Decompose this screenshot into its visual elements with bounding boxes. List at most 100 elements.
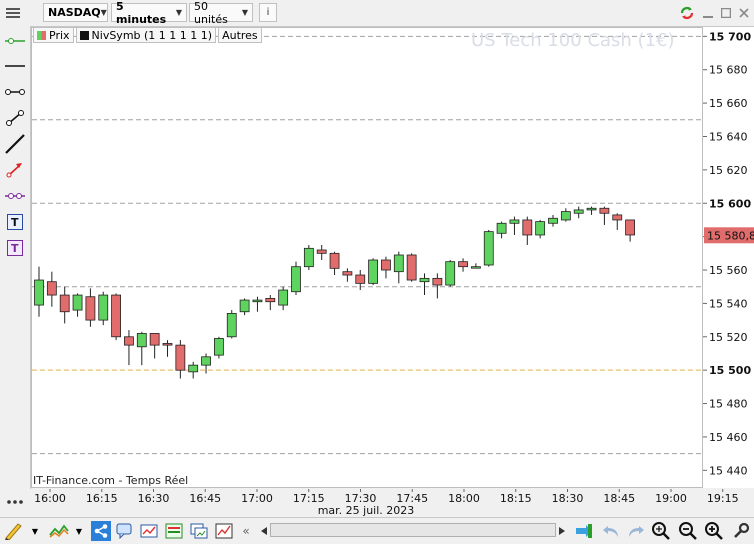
candle-body — [136, 333, 147, 348]
candle-body — [59, 294, 70, 313]
candle-body — [265, 297, 276, 303]
svg-text:T: T — [11, 242, 19, 255]
multi-chart-icon — [190, 523, 208, 539]
watchlist-button[interactable] — [164, 521, 184, 541]
candle-body — [406, 254, 417, 281]
candle — [432, 273, 443, 299]
indicators-button[interactable] — [139, 521, 159, 541]
drawing-mode-dropdown[interactable]: ▼ — [29, 521, 41, 541]
arrow-tool[interactable] — [3, 159, 27, 181]
candle-body — [445, 261, 456, 286]
chart-legend: Prix NivSymb (1 1 1 1 1 1) Autres — [33, 27, 264, 43]
horizontal-scrollbar[interactable] — [270, 523, 556, 537]
timeframe-select[interactable]: 5 minutes ▼ — [111, 0, 187, 26]
ray-icon — [5, 134, 25, 154]
bottom-toolbar: ▼ ▼ « — [0, 517, 754, 544]
chevron-down-icon: ▼ — [100, 8, 107, 17]
segment-tool[interactable] — [3, 81, 27, 103]
redo-button[interactable] — [626, 521, 646, 541]
candle-body — [34, 279, 44, 306]
channel-tool[interactable] — [3, 185, 27, 207]
share-button[interactable] — [91, 521, 111, 541]
multi-chart-button[interactable] — [189, 521, 209, 541]
y-tick-label: 15 700 — [709, 30, 751, 43]
zoom-in-icon — [705, 522, 723, 540]
candle — [625, 219, 635, 242]
candle-body — [111, 294, 121, 338]
trendline-tool[interactable] — [3, 107, 27, 129]
candle-body — [175, 344, 186, 371]
symbol-select[interactable]: NASDAQ ▼ — [43, 3, 108, 22]
zoom-in-button[interactable] — [704, 521, 724, 541]
legend-indicator-label: NivSymb (1 1 1 1 1 1) — [91, 28, 213, 42]
chart-type-dropdown[interactable]: ▼ — [73, 521, 85, 541]
go-to-last-button[interactable] — [574, 521, 594, 541]
chevron-down-icon: ▼ — [241, 8, 248, 17]
legend-price[interactable]: Prix — [33, 27, 74, 43]
candle-body — [496, 222, 507, 234]
candle-body — [573, 209, 584, 214]
candle — [612, 213, 623, 230]
line-tool[interactable] — [3, 55, 27, 77]
candle-body — [509, 219, 520, 224]
candle — [342, 268, 353, 282]
redo-icon — [629, 526, 644, 537]
menu-icon-button[interactable] — [1, 3, 25, 22]
units-select[interactable]: 50 unités ▼ — [189, 0, 253, 26]
hamburger-menu-icon — [6, 7, 20, 18]
text-box-tool[interactable]: T — [3, 237, 27, 259]
drawing-mode-button[interactable] — [4, 521, 24, 541]
segment-icon — [5, 89, 25, 95]
chart-area[interactable] — [31, 27, 703, 488]
info-button[interactable]: i — [259, 3, 277, 22]
candle — [98, 291, 109, 326]
more-tools-button[interactable] — [3, 491, 27, 513]
time-axis[interactable]: 16:00 16:15 16:30 16:45 17:00 17:15 17:30 17:45… — [31, 489, 754, 517]
horizontal-line-tool[interactable] — [3, 30, 27, 52]
candle — [586, 206, 597, 215]
zoom-fit-button[interactable] — [651, 521, 671, 541]
candle — [573, 206, 584, 219]
settings-button[interactable] — [731, 521, 751, 541]
svg-text:T: T — [11, 216, 19, 229]
comment-button[interactable] — [115, 521, 135, 541]
close-button[interactable] — [736, 3, 752, 22]
indicator-swatch-icon — [79, 30, 89, 40]
candle — [406, 253, 417, 282]
legend-others[interactable]: Autres — [218, 27, 262, 43]
candle-body — [355, 274, 366, 284]
line-icon — [5, 65, 25, 67]
y-tick-label: 15 660 — [709, 97, 748, 110]
candle — [496, 221, 507, 239]
y-tick-label: 15 520 — [709, 331, 748, 344]
x-tick-label: 18:45 — [603, 492, 635, 505]
zoom-out-button[interactable] — [678, 521, 698, 541]
legend-indicator[interactable]: NivSymb (1 1 1 1 1 1) — [75, 27, 217, 43]
minimize-button[interactable] — [700, 3, 716, 22]
maximize-button[interactable] — [718, 3, 734, 22]
price-chart[interactable] — [32, 28, 702, 487]
share-icon — [94, 524, 108, 538]
wrench-icon — [734, 522, 750, 538]
scroll-left-button[interactable]: « — [236, 521, 256, 541]
y-tick-label: 15 600 — [709, 197, 751, 210]
candle — [419, 273, 430, 296]
price-axis[interactable]: 15 440 15 460 15 480 15 500 15 520 15 540 15 5… — [703, 27, 754, 488]
candle-body — [393, 254, 404, 273]
go-to-last-icon — [576, 524, 592, 538]
x-tick-label: 17:00 — [241, 492, 273, 505]
y-tick-label: 15 640 — [709, 130, 748, 143]
candle — [381, 256, 391, 279]
text-tool[interactable]: T — [3, 211, 27, 233]
candle — [162, 340, 173, 357]
alerts-button[interactable] — [214, 521, 234, 541]
chart-type-button[interactable] — [49, 521, 69, 541]
zoom-out-icon — [679, 522, 697, 540]
y-tick-label: 15 460 — [709, 431, 748, 444]
scrollbar-right-arrow[interactable] — [552, 521, 572, 541]
channel-icon — [5, 193, 25, 199]
ray-tool[interactable] — [3, 133, 27, 155]
refresh-button[interactable] — [678, 3, 696, 22]
undo-button[interactable] — [601, 521, 621, 541]
legend-price-label: Prix — [49, 28, 70, 42]
